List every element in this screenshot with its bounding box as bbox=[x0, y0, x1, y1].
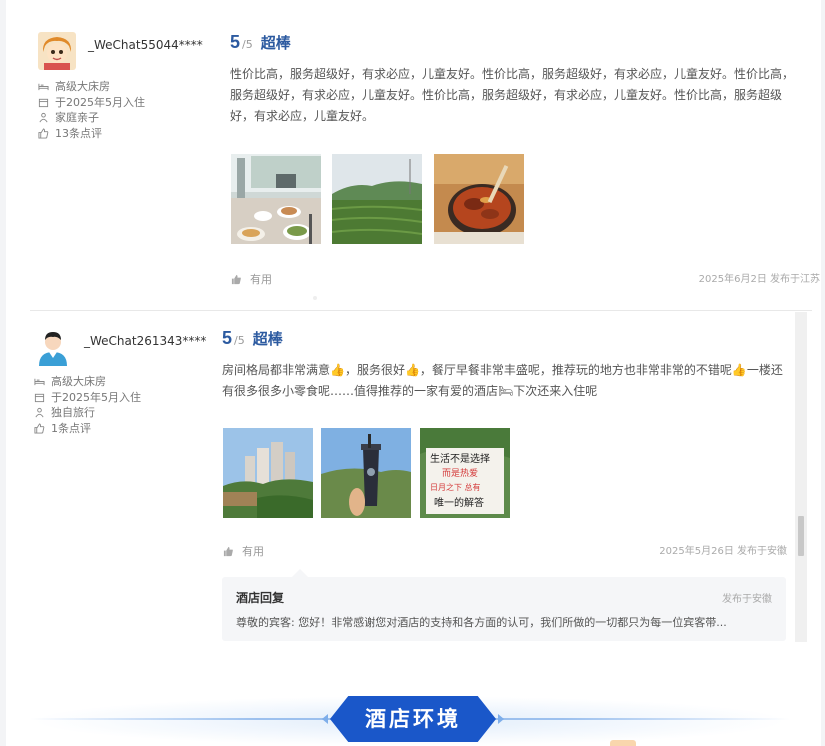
calendar-icon bbox=[38, 98, 49, 107]
calendar-icon bbox=[34, 393, 45, 402]
left-arrow-icon bbox=[322, 714, 328, 724]
reply-text: 尊敬的宾客: 您好！非常感谢您对酒店的支持和各方面的认可，我们所做的一切都只为每… bbox=[236, 616, 727, 629]
score-max: /5 bbox=[242, 38, 253, 51]
score-value: 5 bbox=[222, 328, 233, 348]
reply-notch bbox=[292, 569, 308, 577]
post-info: 2025年5月26日 发布于安徽 bbox=[659, 546, 787, 557]
post-info: 2025年6月2日 发布于江苏 bbox=[698, 274, 820, 285]
review-card: _WeChat55044**** 高级大床房 于2025年5月入住 家庭亲子 1… bbox=[30, 24, 820, 309]
sign-line: 而是热爱 bbox=[442, 467, 478, 479]
reviewer-meta: 高级大床房 于2025年5月入住 家庭亲子 13条点评 bbox=[38, 79, 145, 141]
avatar[interactable] bbox=[38, 32, 76, 70]
useful-label: 有用 bbox=[250, 273, 272, 286]
sign-line: 生活不是选择 bbox=[430, 452, 490, 465]
scrollbar-thumb[interactable] bbox=[798, 516, 804, 556]
avatar[interactable] bbox=[34, 328, 72, 366]
bed-icon bbox=[34, 379, 45, 386]
review-count: 1条点评 bbox=[51, 421, 91, 435]
review-photo-city-view[interactable] bbox=[223, 428, 313, 518]
travel-type: 独自旅行 bbox=[51, 406, 95, 419]
sign-line: 唯一的解答 bbox=[434, 496, 484, 509]
username[interactable]: _WeChat55044**** bbox=[88, 38, 203, 52]
review-count-icon bbox=[38, 128, 49, 139]
reviewer-meta: 高级大床房 于2025年5月入住 独自旅行 1条点评 bbox=[34, 374, 141, 436]
page-edge-right bbox=[821, 0, 825, 746]
scrollbar-track[interactable] bbox=[795, 312, 807, 642]
reply-location: 发布于安徽 bbox=[722, 594, 772, 605]
review-photo-food[interactable] bbox=[434, 154, 524, 244]
score-label: 超棒 bbox=[252, 330, 283, 348]
reply-title: 酒店回复 bbox=[236, 591, 285, 605]
score-value: 5 bbox=[230, 32, 241, 52]
score: 5 /5 超棒 bbox=[230, 32, 291, 53]
section-header: 酒店环境 bbox=[30, 690, 790, 746]
thumbs-up-icon bbox=[223, 546, 233, 556]
review-photo-drink[interactable] bbox=[321, 428, 411, 518]
travel-type: 家庭亲子 bbox=[55, 111, 99, 124]
next-section-hint bbox=[610, 740, 636, 746]
traveler-icon bbox=[35, 408, 44, 418]
review-photo-dining[interactable] bbox=[231, 154, 321, 244]
useful-button[interactable]: 有用 bbox=[231, 271, 272, 287]
section-title: 酒店环境 bbox=[365, 707, 461, 731]
useful-label: 有用 bbox=[242, 545, 264, 558]
review-text: 性价比高，服务超级好，有求必应，儿童友好。性价比高，服务超级好，有求必应，儿童友… bbox=[230, 67, 795, 123]
review-photo-tea-field[interactable] bbox=[332, 154, 422, 244]
thumbs-up-icon bbox=[231, 274, 241, 284]
review-photo-sign[interactable]: 生活不是选择 而是热爱 日月之下 总有 唯一的解答 bbox=[420, 428, 510, 518]
review-count: 13条点评 bbox=[55, 126, 102, 140]
divider-dot bbox=[313, 296, 317, 300]
stay-date: 于2025年5月入住 bbox=[51, 390, 141, 404]
right-arrow-icon bbox=[498, 714, 504, 724]
score: 5 /5 超棒 bbox=[222, 328, 283, 349]
page-edge-left bbox=[0, 0, 6, 746]
username[interactable]: _WeChat261343**** bbox=[84, 334, 206, 348]
traveler-icon bbox=[39, 113, 48, 123]
useful-button[interactable]: 有用 bbox=[223, 543, 264, 559]
hotel-reply[interactable]: 酒店回复 发布于安徽 尊敬的宾客: 您好！非常感谢您对酒店的支持和各方面的认可，… bbox=[222, 577, 786, 641]
review-text: 房间格局都非常满意👍，服务很好👍，餐厅早餐非常丰盛呢，推荐玩的地方也非常非常的不… bbox=[222, 363, 783, 398]
room-type: 高级大床房 bbox=[55, 80, 110, 93]
sign-line: 日月之下 总有 bbox=[430, 482, 481, 492]
review-divider bbox=[30, 310, 812, 311]
bed-icon bbox=[38, 84, 49, 91]
review-count-icon bbox=[34, 423, 45, 434]
room-type: 高级大床房 bbox=[51, 375, 106, 388]
section-title-badge: 酒店环境 bbox=[330, 696, 496, 742]
score-label: 超棒 bbox=[260, 34, 291, 52]
stay-date: 于2025年5月入住 bbox=[55, 95, 145, 109]
score-max: /5 bbox=[234, 334, 245, 347]
